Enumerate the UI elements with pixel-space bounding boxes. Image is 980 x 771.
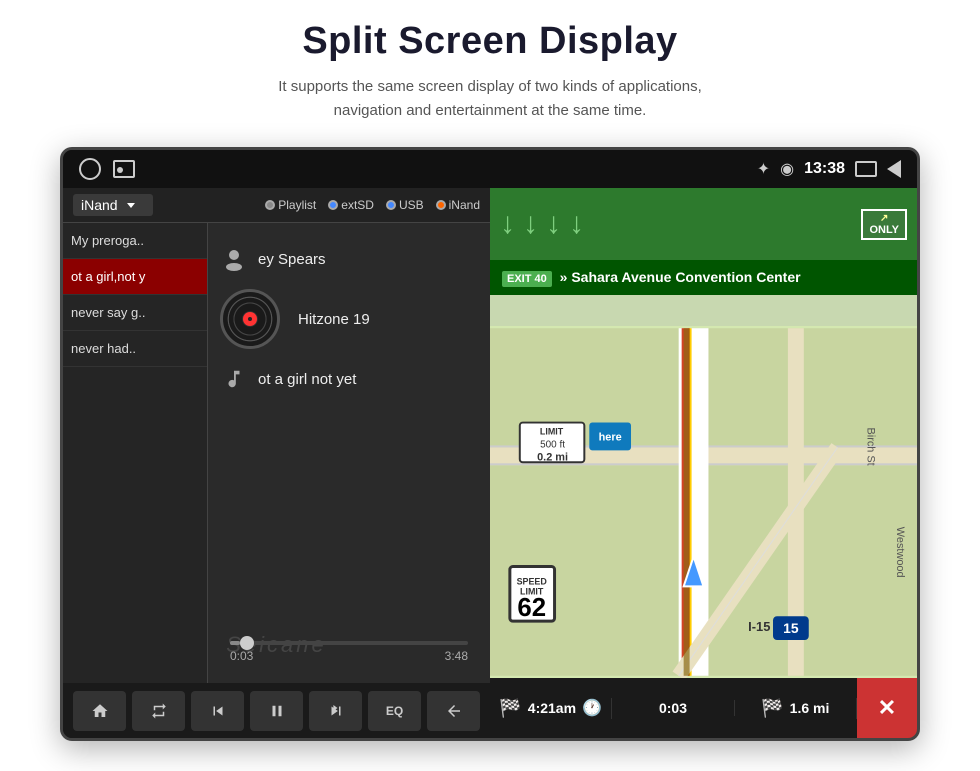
time-row: 0:03 3:48 <box>230 649 468 663</box>
status-time: 13:38 <box>804 160 845 178</box>
svg-text:LIMIT: LIMIT <box>540 426 564 436</box>
source-tab-inand[interactable]: iNand <box>436 198 480 212</box>
arrow-up-right: ↗ <box>880 213 888 224</box>
player-main: My preroga.. ot a girl,not y never say g… <box>63 223 490 683</box>
playlist-selector: iNand Playlist extSD USB <box>63 188 490 223</box>
status-left-icons <box>79 158 135 180</box>
home-button[interactable] <box>73 691 126 731</box>
eta-clock-icon: 🕐 <box>582 698 602 718</box>
song-item-1[interactable]: ot a girl,not y <box>63 259 207 295</box>
source-tab-usb[interactable]: USB <box>386 198 424 212</box>
back-nav-icon <box>887 160 901 178</box>
source-tab-extsd[interactable]: extSD <box>328 198 374 212</box>
eta-flag-icon: 🏁 <box>499 698 521 719</box>
title-row: ot a girl not yet <box>220 365 478 393</box>
dropdown-arrow-icon <box>127 203 135 208</box>
time-total: 3:48 <box>445 649 468 663</box>
track-title: ot a girl not yet <box>258 371 356 388</box>
nav-travel-time: 0:03 <box>612 700 734 716</box>
progress-section: 0:03 3:48 <box>220 641 478 671</box>
nav-map: LIMIT here 500 ft 0.2 mi Birch St Westwo… <box>490 326 917 678</box>
radio-dot-playlist <box>265 200 275 210</box>
repeat-button[interactable] <box>132 691 185 731</box>
device-frame: ✦ ◉ 13:38 iNand Playlist <box>60 147 920 741</box>
navigation-panel: ↓ ↓ ↓ ↓ ↗ ONLY EXIT 40 » Sahara Avenue C… <box>490 188 917 738</box>
arrow-down-3: ↓ <box>546 207 561 241</box>
status-right-icons: ✦ ◉ 13:38 <box>757 159 901 179</box>
radio-dot-inand <box>436 200 446 210</box>
vinyl-center <box>243 312 257 326</box>
progress-thumb[interactable] <box>240 636 254 650</box>
arrow-down-1: ↓ <box>500 207 515 241</box>
svg-text:I-15: I-15 <box>748 619 770 634</box>
eq-label: EQ <box>386 704 403 718</box>
page-title: Split Screen Display <box>302 20 677 63</box>
bluetooth-icon: ✦ <box>757 159 770 179</box>
note-icon <box>220 365 248 393</box>
source-tab-playlist[interactable]: Playlist <box>265 198 316 212</box>
highway-sign-top: ↓ ↓ ↓ ↓ ↗ ONLY <box>490 188 917 260</box>
window-icon <box>855 161 877 177</box>
progress-fill <box>230 641 240 645</box>
source-dropdown-label: iNand <box>81 197 118 213</box>
prev-button[interactable] <box>191 691 244 731</box>
nav-eta: 🏁 4:21am 🕐 <box>490 698 612 719</box>
only-label: ONLY <box>869 224 899 236</box>
song-list: My preroga.. ot a girl,not y never say g… <box>63 223 208 683</box>
main-area: iNand Playlist extSD USB <box>63 188 917 738</box>
svg-text:here: here <box>599 431 622 443</box>
svg-text:SPEED: SPEED <box>517 576 548 586</box>
album-name: Hitzone 19 <box>298 311 370 328</box>
music-player-panel: iNand Playlist extSD USB <box>63 188 490 738</box>
artist-row: ey Spears <box>220 245 478 273</box>
player-info: ey Spears Hitzone 19 <box>208 223 490 683</box>
eta-time: 4:21am <box>528 700 576 716</box>
radio-dot-usb <box>386 200 396 210</box>
svg-text:Westwood: Westwood <box>894 527 906 578</box>
time-current: 0:03 <box>230 649 253 663</box>
distance-remaining: 1.6 mi <box>790 700 830 716</box>
location-icon: ◉ <box>780 159 794 179</box>
distance-flag-icon: 🏁 <box>761 698 783 719</box>
close-icon: ✕ <box>878 695 896 721</box>
svg-text:15: 15 <box>783 620 799 636</box>
artist-icon <box>220 245 248 273</box>
svg-text:Birch St: Birch St <box>864 428 876 466</box>
map-svg: LIMIT here 500 ft 0.2 mi Birch St Westwo… <box>490 326 917 678</box>
arrow-down-4: ↓ <box>569 207 584 241</box>
song-item-0[interactable]: My preroga.. <box>63 223 207 259</box>
song-item-2[interactable]: never say g.. <box>63 295 207 331</box>
radio-dot-extsd <box>328 200 338 210</box>
song-item-3[interactable]: never had.. <box>63 331 207 367</box>
svg-text:62: 62 <box>517 594 546 622</box>
source-tabs: Playlist extSD USB iNand <box>265 198 480 212</box>
playback-controls: EQ <box>63 683 490 738</box>
nav-close-button[interactable]: ✕ <box>857 678 917 738</box>
only-sign: ↗ ONLY <box>861 209 907 240</box>
progress-bar[interactable] <box>230 641 468 645</box>
back-button[interactable] <box>427 691 480 731</box>
image-icon <box>113 160 135 178</box>
nav-distance: 🏁 1.6 mi <box>735 698 857 719</box>
eq-button[interactable]: EQ <box>368 691 421 731</box>
track-meta: ey Spears Hitzone 19 <box>220 245 478 393</box>
circle-icon <box>79 158 101 180</box>
vinyl-disc-icon <box>220 289 280 349</box>
svg-text:500 ft: 500 ft <box>540 439 565 450</box>
artist-name: ey Spears <box>258 251 326 268</box>
source-dropdown[interactable]: iNand <box>73 194 153 216</box>
album-row: Hitzone 19 <box>220 289 478 349</box>
next-button[interactable] <box>309 691 362 731</box>
travel-time: 0:03 <box>659 700 687 716</box>
nav-bottom-bar: 🏁 4:21am 🕐 0:03 🏁 1.6 mi ✕ <box>490 678 917 738</box>
direction-text: » Sahara Avenue Convention Center <box>560 269 801 285</box>
play-pause-button[interactable] <box>250 691 303 731</box>
status-bar: ✦ ◉ 13:38 <box>63 150 917 188</box>
exit-badge: EXIT 40 <box>502 271 552 287</box>
nav-direction-box: EXIT 40 » Sahara Avenue Convention Cente… <box>490 260 917 295</box>
arrow-down-2: ↓ <box>523 207 538 241</box>
svg-text:0.2 mi: 0.2 mi <box>537 451 568 463</box>
page-subtitle: It supports the same screen display of t… <box>278 75 702 123</box>
